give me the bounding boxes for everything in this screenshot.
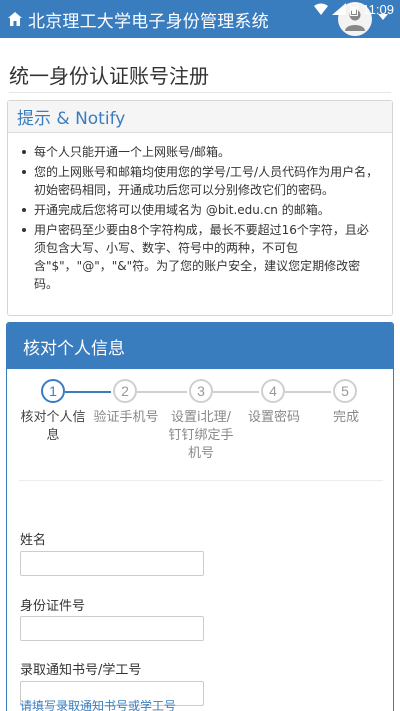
name-input[interactable] bbox=[20, 551, 204, 576]
steps-divider bbox=[19, 480, 383, 481]
app-title: 北京理工大学电子身份管理系统 bbox=[28, 11, 269, 32]
step-3-circle: 3 bbox=[189, 379, 213, 403]
student-id-hint: 请填写录取通知书号或学工号 bbox=[20, 699, 177, 711]
title-divider bbox=[9, 92, 391, 93]
step-2-circle: 2 bbox=[113, 379, 137, 403]
step-3-label: 设置i北理/钉钉绑定手机号 bbox=[168, 410, 234, 461]
step-1-label: 核对个人信息 bbox=[20, 410, 86, 443]
status-bar: 11:09 bbox=[314, 0, 400, 18]
step-4-circle: 4 bbox=[261, 379, 285, 403]
info-heading: 核对个人信息 bbox=[7, 323, 393, 369]
notify-panel: 提示 & Notify 每个人只能开通一个上网账号/邮箱。 您的上网账号和邮箱均… bbox=[7, 100, 393, 316]
notify-item: 您的上网账号和邮箱均使用您的学号/工号/人员代码作为用户名，初始密码相同，开通成… bbox=[22, 163, 380, 199]
name-label: 姓名 bbox=[20, 533, 47, 548]
battery-icon bbox=[350, 2, 359, 16]
step-5-circle: 5 bbox=[333, 379, 357, 403]
home-icon[interactable] bbox=[4, 8, 26, 30]
notify-item: 每个人只能开通一个上网账号/邮箱。 bbox=[22, 143, 380, 161]
step-connector bbox=[65, 391, 111, 393]
step-4-label: 设置密码 bbox=[247, 410, 300, 425]
page-title: 统一身份认证账号注册 bbox=[9, 64, 209, 88]
student-id-label: 录取通知书号/学工号 bbox=[20, 663, 142, 678]
notify-item: 开通完成后您将可以使用域名为 @bit.edu.cn 的邮箱。 bbox=[22, 201, 380, 219]
id-number-input[interactable] bbox=[20, 616, 204, 641]
id-number-label: 身份证件号 bbox=[20, 599, 86, 614]
step-connector bbox=[285, 391, 331, 393]
step-connector bbox=[137, 391, 187, 393]
status-time: 11:09 bbox=[362, 1, 394, 17]
notify-list: 每个人只能开通一个上网账号/邮箱。 您的上网账号和邮箱均使用您的学号/工号/人员… bbox=[8, 133, 392, 293]
wifi-icon bbox=[314, 3, 329, 15]
step-5-label: 完成 bbox=[332, 410, 359, 425]
notify-item: 用户密码至少要由8个字符构成，最长不要超过16个字符，且必须包含大写、小写、数字… bbox=[22, 221, 380, 293]
step-2-label: 验证手机号 bbox=[93, 410, 159, 425]
info-panel: 核对个人信息 1 2 3 4 5 核对个人信息 验证手机号 设置i北理/钉钉绑定… bbox=[6, 322, 394, 711]
signal-icon bbox=[332, 3, 347, 15]
step-connector bbox=[213, 391, 259, 393]
step-wizard: 1 2 3 4 5 核对个人信息 验证手机号 设置i北理/钉钉绑定手机号 设置密… bbox=[7, 379, 393, 479]
notify-heading: 提示 & Notify bbox=[8, 101, 392, 133]
step-1-circle: 1 bbox=[41, 379, 65, 403]
